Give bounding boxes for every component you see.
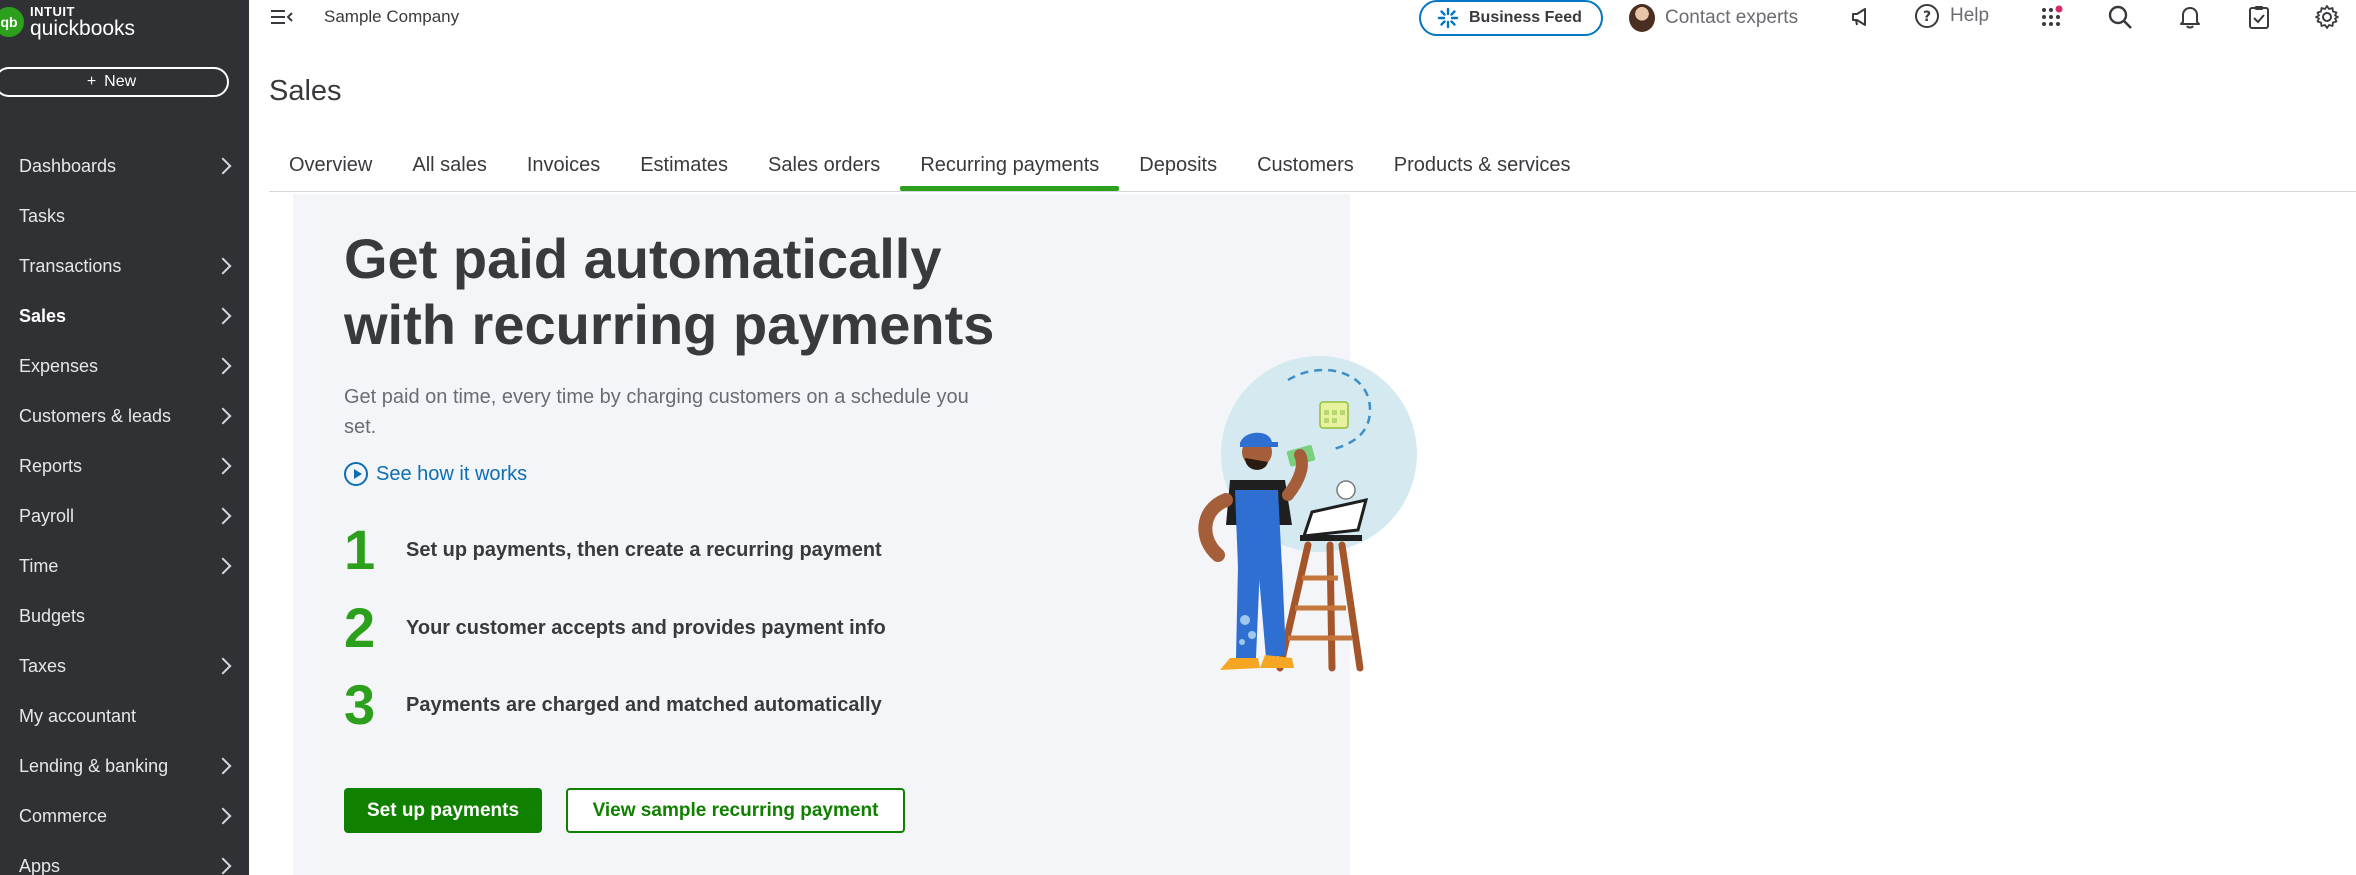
chevron-right-icon xyxy=(214,657,232,675)
tab-estimates[interactable]: Estimates xyxy=(620,148,748,191)
sidebar-item-transactions[interactable]: Transactions xyxy=(0,241,249,291)
step-text: Set up payments, then create a recurring… xyxy=(406,538,882,561)
step-number: 3 xyxy=(344,673,376,736)
company-name[interactable]: Sample Company xyxy=(324,7,459,27)
contact-experts-button[interactable]: Contact experts xyxy=(1629,4,1798,32)
contact-experts-label: Contact experts xyxy=(1665,7,1799,28)
sidebar-item-dashboards[interactable]: Dashboards xyxy=(0,141,249,191)
clipboard-icon[interactable] xyxy=(2244,2,2274,32)
help-button[interactable]: ? Help xyxy=(1914,3,1989,29)
business-feed-button[interactable]: Business Feed xyxy=(1419,0,1603,36)
tab-deposits[interactable]: Deposits xyxy=(1119,148,1237,191)
promo-headline: Get paid automatically with recurring pa… xyxy=(344,226,1044,358)
set-up-payments-button[interactable]: Set up payments xyxy=(344,788,542,833)
sidebar-item-taxes[interactable]: Taxes xyxy=(0,641,249,691)
help-label: Help xyxy=(1950,5,1990,26)
megaphone-icon[interactable] xyxy=(1846,2,1876,32)
sidebar-item-label: Apps xyxy=(19,855,61,875)
menu-collapse-icon[interactable] xyxy=(270,6,294,28)
tab-all-sales[interactable]: All sales xyxy=(392,148,506,191)
bell-icon[interactable] xyxy=(2175,2,2205,32)
sidebar-item-reports[interactable]: Reports xyxy=(0,441,249,491)
top-bar: Sample Company Business Feed Contact exp… xyxy=(249,0,2356,38)
sales-tabs: Overview All sales Invoices Estimates Sa… xyxy=(269,148,2356,192)
expert-avatar xyxy=(1629,4,1655,32)
step-text: Your customer accepts and provides payme… xyxy=(406,616,886,639)
page-title: Sales xyxy=(269,75,342,107)
see-how-it-works-link[interactable]: See how it works xyxy=(344,462,527,486)
help-icon: ? xyxy=(1915,4,1939,28)
step-number: 2 xyxy=(344,596,376,659)
sidebar-item-label: Transactions xyxy=(19,255,122,276)
tab-sales-orders[interactable]: Sales orders xyxy=(748,148,900,191)
see-how-it-works-label: See how it works xyxy=(376,462,528,485)
chevron-right-icon xyxy=(214,307,232,325)
logo-wordmark: INTUIT quickbooks xyxy=(30,5,135,39)
tab-invoices[interactable]: Invoices xyxy=(507,148,620,191)
view-sample-recurring-payment-button[interactable]: View sample recurring payment xyxy=(566,788,905,833)
worker-illustration xyxy=(1198,356,1417,672)
step-number: 1 xyxy=(344,518,376,581)
tab-customers[interactable]: Customers xyxy=(1237,148,1374,191)
logo-quickbooks-text: quickbooks xyxy=(30,17,136,40)
play-circle-icon xyxy=(344,462,368,486)
sparkle-icon xyxy=(1437,7,1459,29)
gear-icon[interactable] xyxy=(2312,2,2342,32)
chevron-right-icon xyxy=(214,157,232,175)
sidebar-item-label: Taxes xyxy=(19,655,67,676)
chevron-right-icon xyxy=(214,357,232,375)
sidebar-item-label: Sales xyxy=(19,305,67,326)
sidebar-item-label: Time xyxy=(19,555,59,576)
sidebar-item-time[interactable]: Time xyxy=(0,541,249,591)
sidebar-item-label: Customers & leads xyxy=(19,405,172,426)
new-button[interactable]: + New xyxy=(0,67,229,97)
chevron-right-icon xyxy=(214,557,232,575)
sidebar-item-sales[interactable]: Sales xyxy=(0,291,249,341)
tab-products-services[interactable]: Products & services xyxy=(1374,148,1591,191)
sidebar-item-payroll[interactable]: Payroll xyxy=(0,491,249,541)
sidebar-item-label: Dashboards xyxy=(19,155,117,176)
sidebar-item-label: Reports xyxy=(19,455,83,476)
qb-logo-icon: qb xyxy=(0,7,24,37)
sidebar-item-apps[interactable]: Apps xyxy=(0,841,249,875)
sidebar-item-label: My accountant xyxy=(19,705,137,726)
sidebar-item-commerce[interactable]: Commerce xyxy=(0,791,249,841)
business-feed-label: Business Feed xyxy=(1469,9,1582,26)
svg-text:?: ? xyxy=(1923,9,1931,25)
apps-grid-icon[interactable] xyxy=(2036,2,2066,32)
chevron-right-icon xyxy=(214,807,232,825)
step-text: Payments are charged and matched automat… xyxy=(406,693,882,716)
sidebar-item-label: Tasks xyxy=(19,205,66,226)
sidebar-item-my-accountant[interactable]: My accountant xyxy=(0,691,249,741)
plus-icon: + xyxy=(86,73,97,90)
headline-line-1: Get paid automatically xyxy=(344,227,942,290)
chevron-right-icon xyxy=(214,407,232,425)
sidebar-item-lending-banking[interactable]: Lending & banking xyxy=(0,741,249,791)
sidebar-item-customers-leads[interactable]: Customers & leads xyxy=(0,391,249,441)
sidebar-item-expenses[interactable]: Expenses xyxy=(0,341,249,391)
sidebar-nav: Dashboards Tasks Transactions Sales Expe… xyxy=(0,141,249,875)
tab-recurring-payments[interactable]: Recurring payments xyxy=(900,148,1120,191)
sidebar-item-label: Expenses xyxy=(19,355,99,376)
new-button-label: New xyxy=(104,73,137,90)
sidebar-item-budgets[interactable]: Budgets xyxy=(0,591,249,641)
tab-overview[interactable]: Overview xyxy=(269,148,392,191)
step-1: 1 Set up payments, then create a recurri… xyxy=(344,520,882,580)
chevron-right-icon xyxy=(214,507,232,525)
sidebar-item-label: Payroll xyxy=(19,505,75,526)
search-icon[interactable] xyxy=(2105,2,2135,32)
sidebar-item-label: Budgets xyxy=(19,605,86,626)
sidebar-item-label: Commerce xyxy=(19,805,108,826)
chevron-right-icon xyxy=(214,757,232,775)
left-sidebar: qb INTUIT quickbooks + New Dashboards Ta… xyxy=(0,0,249,875)
chevron-right-icon xyxy=(214,257,232,275)
quickbooks-logo[interactable]: qb INTUIT quickbooks xyxy=(0,0,135,44)
sidebar-item-label: Lending & banking xyxy=(19,755,169,776)
chevron-right-icon xyxy=(214,857,232,875)
step-3: 3 Payments are charged and matched autom… xyxy=(344,675,882,735)
step-2: 2 Your customer accepts and provides pay… xyxy=(344,598,886,658)
sidebar-item-tasks[interactable]: Tasks xyxy=(0,191,249,241)
chevron-right-icon xyxy=(214,457,232,475)
